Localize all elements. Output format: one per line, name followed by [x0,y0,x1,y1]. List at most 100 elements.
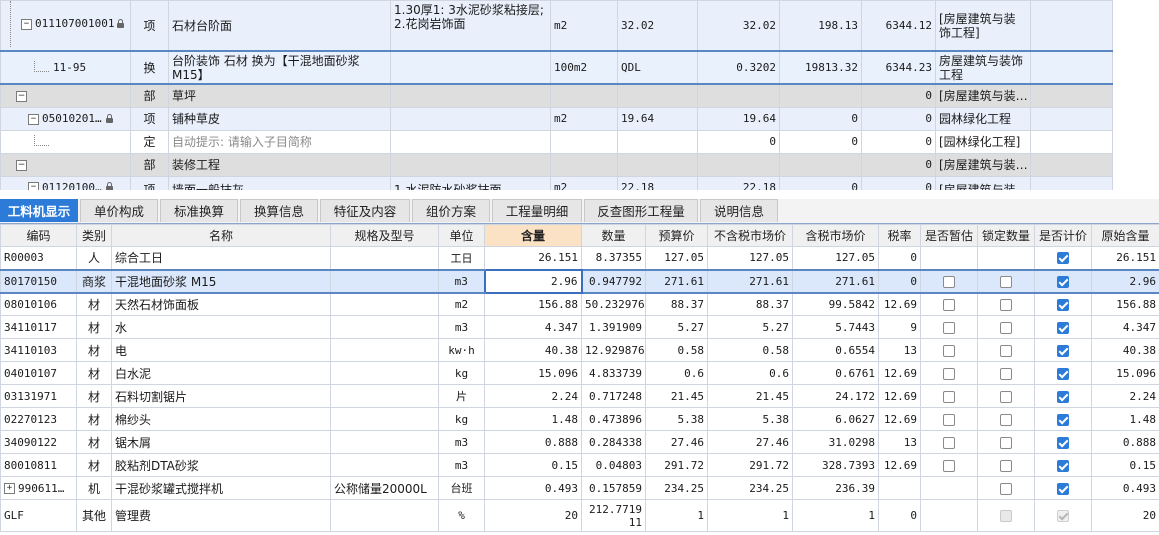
table-row[interactable]: 08010106 材天然石材饰面板 m2 156.88 50.232976 88.37 88… [0,292,1159,316]
zan-checkbox[interactable] [943,298,955,311]
lock-checkbox[interactable] [1000,275,1012,288]
collapse-icon[interactable]: − [28,113,39,125]
ji-checkbox[interactable] [1057,459,1069,472]
cell-mkt_in[interactable]: 271.61 [792,268,879,294]
table-row[interactable]: 02270123 材棉纱头 kg 1.48 0.473896 5.38 5.38 6.0627… [0,407,1159,431]
table-row[interactable]: GLF 其他 管理费% 20 212.771911 1 1 1 0 20 [0,499,1159,532]
ji-checkbox[interactable] [1057,252,1069,265]
table-row[interactable]: 03131971 材石料切割锯片片 2.24 0.717248 21.45 21.45 24… [0,384,1159,408]
zan-checkbox[interactable] [943,459,955,472]
zan-checkbox[interactable] [943,367,955,380]
cell-mkt_ex[interactable]: 127.05 [707,246,793,270]
zan-checkbox[interactable] [943,321,955,334]
tab-resources[interactable]: 工料机显示 [0,199,78,222]
table-row[interactable]: − 011107001001 项 石材台阶面 1.30厚1: 3水泥砂浆粘接层;… [0,0,1113,52]
lock-checkbox[interactable] [1000,344,1012,357]
cell-mkt_ex[interactable]: 21.45 [707,384,793,408]
cell-mkt_in[interactable]: 0.6761 [792,361,879,385]
table-row[interactable]: 34090122 材锯木屑 m3 0.888 0.284338 27.46 27.46 31.… [0,430,1159,454]
table-row[interactable]: − 部 装修工程 0 [房屋建筑与装… [0,152,1113,177]
lock-checkbox[interactable] [1000,390,1012,403]
cell-content[interactable]: 26.151 [484,246,582,270]
cell-mkt_ex[interactable]: 5.38 [707,407,793,431]
tab-quantity-detail[interactable]: 工程量明细 [492,199,582,222]
zan-checkbox[interactable] [943,344,955,357]
tab-unit-price[interactable]: 单价构成 [80,199,158,222]
cell-tax[interactable] [878,476,921,500]
ji-checkbox[interactable] [1057,390,1069,403]
cell-content[interactable]: 20 [484,499,582,532]
cell-tax[interactable]: 0 [878,499,921,532]
col-header[interactable]: 是否计价 [1034,224,1092,247]
collapse-icon[interactable]: − [16,90,27,102]
ji-checkbox[interactable] [1057,482,1069,495]
cell-qty[interactable]: 0.04803 [581,453,646,477]
cell-content[interactable]: 4.347 [484,315,582,339]
col-header[interactable]: 单位 [438,224,485,247]
cell-content[interactable]: 40.38 [484,338,582,362]
ji-checkbox[interactable] [1057,367,1069,380]
cell-qty[interactable]: 12.929876 [581,338,646,362]
table-row[interactable]: R00003 人综合工日 工日 26.151 8.37355 127.05 127.05 12… [0,246,1159,270]
cell-qty[interactable]: 0.284338 [581,430,646,454]
cell-mkt_ex[interactable]: 27.46 [707,430,793,454]
cell-content[interactable]: 2.24 [484,384,582,408]
cell-mkt_ex[interactable]: 291.72 [707,453,793,477]
collapse-icon[interactable]: − [16,159,27,171]
table-row[interactable]: − 部 草坪 0 [房屋建筑与装… [0,83,1113,108]
col-header[interactable]: 类别 [76,224,112,247]
cell-tax[interactable]: 13 [878,430,921,454]
col-header[interactable]: 含量 [484,224,582,247]
cell-qty[interactable]: 0.157859 [581,476,646,500]
col-header[interactable]: 名称 [111,224,331,247]
cell-mkt_in[interactable]: 24.172 [792,384,879,408]
col-header[interactable]: 是否暂估 [920,224,978,247]
cell-mkt_in[interactable]: 127.05 [792,246,879,270]
table-row[interactable]: +990611… 机干混砂浆罐式搅拌机 公称储量20000L 台班 0.493 0.157… [0,476,1159,500]
tab-graphic-quantity[interactable]: 反查图形工程量 [584,199,698,222]
table-row[interactable]: 34110103 材电 kw·h 40.38 12.929876 0.58 0.58 0.65… [0,338,1159,362]
lock-checkbox[interactable] [1000,482,1012,495]
cell-qty[interactable]: 0.473896 [581,407,646,431]
cell-content[interactable]: 0.888 [484,430,582,454]
cell-content[interactable]: 0.15 [484,453,582,477]
cell-qty[interactable]: 4.833739 [581,361,646,385]
cell-content[interactable]: 2.96 [483,268,583,294]
collapse-icon[interactable]: − [21,18,32,30]
table-row[interactable]: 80010811 材胶粘剂DTA砂浆 m3 0.15 0.04803 291.72 291.… [0,453,1159,477]
tab-standard-conversion[interactable]: 标准换算 [160,199,238,222]
lock-checkbox[interactable] [1000,413,1012,426]
col-header[interactable]: 数量 [581,224,646,247]
cell-content[interactable]: 0.493 [484,476,582,500]
cell-tax[interactable]: 9 [878,315,921,339]
cell-qty[interactable]: 0.717248 [581,384,646,408]
tab-features[interactable]: 特征及内容 [320,199,410,222]
table-row[interactable]: 34110117 材水 m3 4.347 1.391909 5.27 5.27 5.7443 9… [0,315,1159,339]
tab-notes[interactable]: 说明信息 [700,199,778,222]
cell-tax[interactable]: 12.69 [878,384,921,408]
cell-content[interactable]: 1.48 [484,407,582,431]
lock-checkbox[interactable] [1000,459,1012,472]
zan-checkbox[interactable] [943,436,955,449]
cell-tax[interactable]: 12.69 [878,453,921,477]
cell-mkt_ex[interactable]: 5.27 [707,315,793,339]
table-row[interactable]: 定 自动提示: 请输入子目简称 0 0 0 [园林绿化工程] [0,129,1113,154]
cell-mkt_ex[interactable]: 88.37 [707,292,793,316]
zan-checkbox[interactable] [943,390,955,403]
cell-qty[interactable]: 8.37355 [581,246,646,270]
cell-mkt_in[interactable]: 0.6554 [792,338,879,362]
cell-mkt_in[interactable]: 6.0627 [792,407,879,431]
col-header[interactable]: 编码 [0,224,77,247]
table-row[interactable]: −01120100… 项 墙面一般抹灰 1.水泥防水砂浆抹面 m2 22.18 … [0,175,1113,190]
lock-checkbox[interactable] [1000,321,1012,334]
cell-mkt_ex[interactable]: 0.6 [707,361,793,385]
cell-tax[interactable]: 12.69 [878,292,921,316]
tab-conversion-info[interactable]: 换算信息 [240,199,318,222]
cell-tax[interactable]: 0 [878,246,921,270]
col-header[interactable]: 规格及型号 [330,224,439,247]
cell-mkt_in[interactable]: 31.0298 [792,430,879,454]
cell-tax[interactable]: 0 [878,268,921,294]
table-row[interactable]: 80170150 商浆 干混地面砂浆 M15 m3 2.96 0.947792 271.61… [0,268,1159,294]
col-header[interactable]: 税率 [878,224,921,247]
cell-mkt_in[interactable]: 1 [792,499,879,532]
